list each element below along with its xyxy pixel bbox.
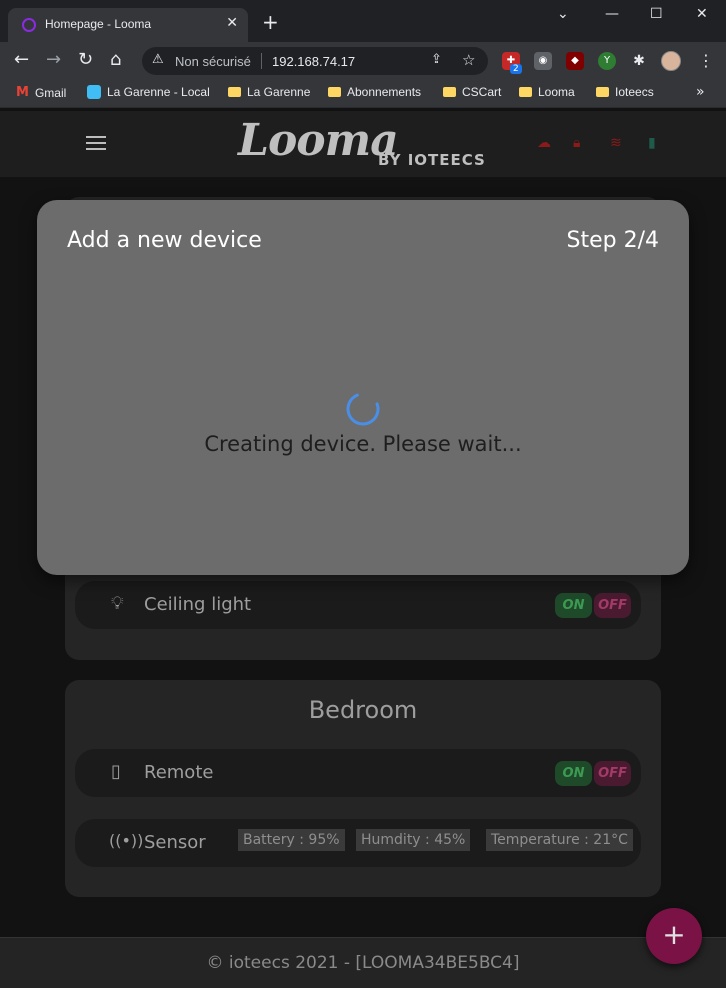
maximize-icon[interactable]: ☐ <box>650 6 663 22</box>
minimize-icon[interactable]: — <box>605 6 619 22</box>
forward-icon[interactable]: → <box>46 50 61 70</box>
share-icon[interactable]: ⇪ <box>431 52 442 67</box>
home-icon[interactable]: ⌂ <box>110 50 121 70</box>
folder-icon <box>228 87 241 97</box>
folder-icon <box>328 87 341 97</box>
device-row: 💡︎ Ceiling light ON OFF <box>75 581 641 629</box>
bookmarks-bar: M Gmail La Garenne - Local La Garenne Ab… <box>0 80 726 108</box>
on-off-toggle: ON OFF <box>555 761 631 786</box>
wifi-icon: ≋ <box>610 135 622 151</box>
profile-avatar[interactable] <box>661 51 681 71</box>
hamburger-menu-icon[interactable] <box>86 136 106 150</box>
modal-message: Creating device. Please wait... <box>204 432 522 456</box>
browser-titlebar: Homepage - Looma ✕ + ⌄ — ☐ ✕ <box>0 0 726 42</box>
browser-tab[interactable]: Homepage - Looma ✕ <box>8 8 248 42</box>
device-label: Remote <box>144 762 214 783</box>
more-bookmarks-icon[interactable]: » <box>696 84 705 100</box>
home-assistant-icon <box>87 85 101 99</box>
app-footer: © ioteecs 2021 - [LOOMA34BE5BC4] <box>0 937 726 988</box>
temperature-chip: Temperature : 21°C <box>486 829 633 851</box>
ublock-icon[interactable]: ◆ <box>566 52 584 70</box>
room-title: Bedroom <box>308 696 418 724</box>
modal-step: Step 2/4 <box>566 228 660 253</box>
tab-close-icon[interactable]: ✕ <box>226 15 238 31</box>
url-text[interactable]: 192.168.74.17 <box>272 54 355 69</box>
device-row: ((•)) Sensor Battery : 95% Humdity : 45%… <box>75 819 641 867</box>
battery-chip: Battery : 95% <box>238 829 345 851</box>
bookmark-label: Abonnements <box>347 85 422 99</box>
bookmark-label: Ioteecs <box>615 85 654 99</box>
sensor-icon: ((•)) <box>109 831 144 850</box>
on-off-toggle: ON OFF <box>555 593 631 618</box>
battery-icon: ▮ <box>648 135 656 151</box>
cloud-icon: ☁ <box>537 135 551 151</box>
bookmark-cscart[interactable]: CSCart <box>443 85 501 99</box>
warning-icon[interactable]: ⚠ <box>152 52 164 67</box>
add-device-button[interactable]: + <box>646 908 702 964</box>
device-row: ▯ Remote ON OFF <box>75 749 641 797</box>
app-header: Looma BY IOTEECS ☁ 🔒︎ ≋ ▮ <box>0 111 726 177</box>
folder-icon <box>443 87 456 97</box>
extension-y-icon[interactable]: Y <box>598 52 616 70</box>
camera-icon[interactable]: ◉ <box>534 52 552 70</box>
bookmark-looma[interactable]: Looma <box>519 85 575 99</box>
looma-favicon-icon <box>22 18 36 32</box>
humidity-chip: Humdity : 45% <box>356 829 471 851</box>
room-card-bedroom: Bedroom ▯ Remote ON OFF ((•)) Sensor Bat… <box>65 680 661 897</box>
bookmark-label: CSCart <box>462 85 502 99</box>
bookmark-gmail[interactable]: M Gmail <box>16 85 66 100</box>
extensions-puzzle-icon[interactable]: ✱ <box>630 52 648 70</box>
gmail-icon: M <box>16 85 29 100</box>
bookmark-label: Gmail <box>34 85 67 100</box>
new-tab-icon[interactable]: + <box>262 12 279 32</box>
tab-title: Homepage - Looma <box>45 17 152 31</box>
folder-icon <box>519 87 532 97</box>
security-label[interactable]: Non sécurisé <box>175 54 251 69</box>
bookmark-abonnements[interactable]: Abonnements <box>328 85 421 99</box>
address-bar[interactable]: ⚠ Non sécurisé 192.168.74.17 ⇪ ☆ <box>142 47 488 75</box>
browser-menu-icon[interactable]: ⋮ <box>698 51 714 70</box>
on-button[interactable]: ON <box>555 593 592 618</box>
loading-spinner-icon <box>346 392 380 426</box>
logo-byline: BY IOTEECS <box>378 151 486 169</box>
modal-title: Add a new device <box>67 228 262 253</box>
bookmark-la-garenne-local[interactable]: La Garenne - Local <box>87 85 210 99</box>
on-button[interactable]: ON <box>555 761 592 786</box>
footer-text: © ioteecs 2021 - [LOOMA34BE5BC4] <box>206 953 520 973</box>
folder-icon <box>596 87 609 97</box>
bookmark-la-garenne[interactable]: La Garenne <box>228 85 310 99</box>
tab-search-icon[interactable]: ⌄ <box>557 6 569 22</box>
bookmark-label: La Garenne <box>247 85 311 99</box>
address-separator <box>261 53 262 69</box>
bookmark-label: La Garenne - Local <box>107 85 210 99</box>
off-button[interactable]: OFF <box>594 593 631 618</box>
reload-icon[interactable]: ↻ <box>78 50 93 70</box>
browser-toolbar: ← → ↻ ⌂ ⚠ Non sécurisé 192.168.74.17 ⇪ ☆… <box>0 42 726 80</box>
device-label: Ceiling light <box>144 594 252 615</box>
bookmark-label: Looma <box>538 85 575 99</box>
extension-badge: 2 <box>510 64 522 74</box>
device-label: Sensor <box>144 832 206 853</box>
bulb-icon: 💡︎ <box>111 593 124 614</box>
add-device-modal: Add a new device Step 2/4 Creating devic… <box>37 200 689 575</box>
off-button[interactable]: OFF <box>594 761 631 786</box>
remote-icon: ▯ <box>111 761 121 782</box>
lock-icon: 🔒︎ <box>573 135 581 151</box>
bookmark-star-icon[interactable]: ☆ <box>462 51 475 69</box>
bookmark-ioteecs[interactable]: Ioteecs <box>596 85 654 99</box>
back-icon[interactable]: ← <box>14 50 29 70</box>
looma-logo: Looma <box>238 115 399 166</box>
close-window-icon[interactable]: ✕ <box>696 6 708 22</box>
